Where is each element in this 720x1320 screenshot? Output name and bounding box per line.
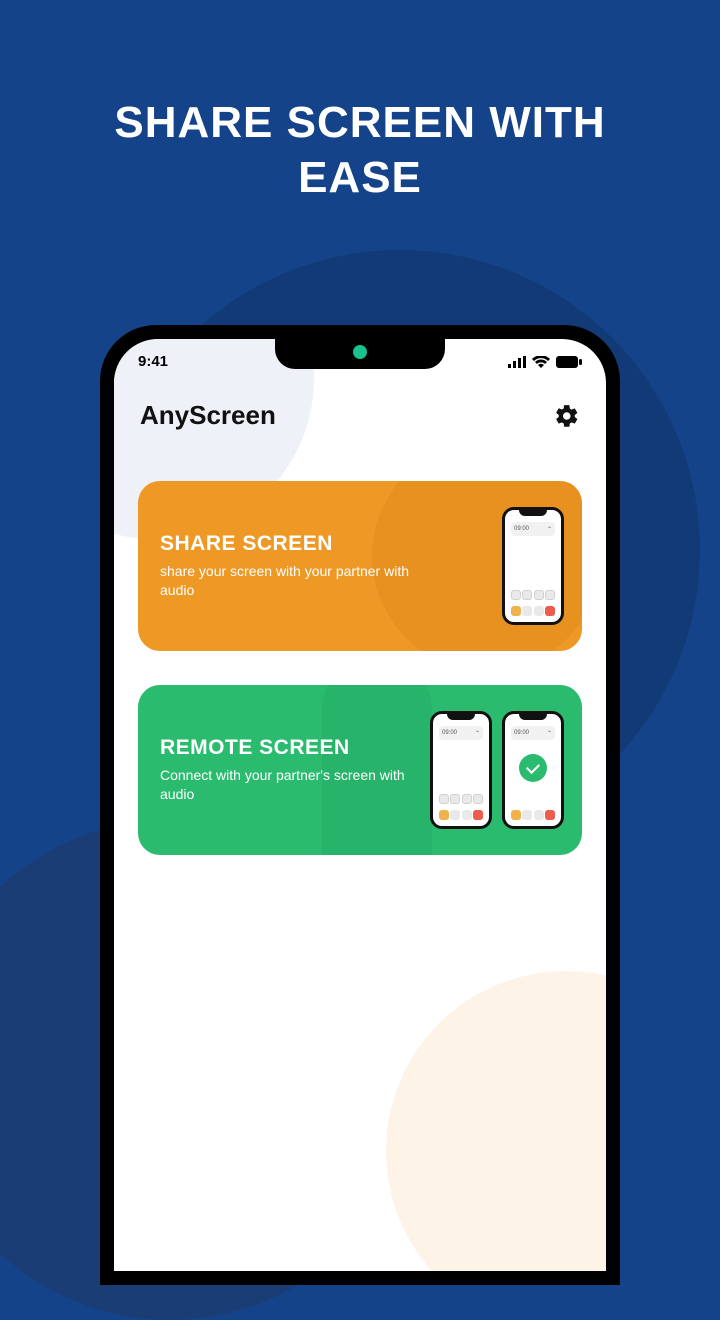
card-subtitle: share your screen with your partner with… xyxy=(160,562,410,600)
bg-decor xyxy=(386,971,606,1271)
app-header: AnyScreen xyxy=(114,370,606,441)
device-frame: 9:41 AnyScreen SHARE SCREEN share your s… xyxy=(100,325,620,1285)
card-subtitle: Connect with your partner's screen with … xyxy=(160,766,410,804)
mini-phone-icon: 09:00⌃ xyxy=(430,711,492,829)
hero-line: EASE xyxy=(0,150,720,205)
mini-time: 09:00 xyxy=(514,526,529,532)
hero-title: SHARE SCREEN WITH EASE xyxy=(0,0,720,205)
share-screen-card[interactable]: SHARE SCREEN share your screen with your… xyxy=(138,481,582,651)
status-time: 9:41 xyxy=(138,353,168,370)
app-screen: 9:41 AnyScreen SHARE SCREEN share your s… xyxy=(114,339,606,1271)
app-title: AnyScreen xyxy=(140,400,276,431)
wifi-icon xyxy=(532,356,550,368)
cellular-icon xyxy=(508,356,526,368)
card-title: REMOTE SCREEN xyxy=(160,736,410,760)
card-illustration: 09:00⌃ 09:00⌃ xyxy=(430,711,564,829)
card-list: SHARE SCREEN share your screen with your… xyxy=(114,441,606,855)
remote-screen-card[interactable]: REMOTE SCREEN Connect with your partner'… xyxy=(138,685,582,855)
check-icon xyxy=(519,754,547,782)
hero-line: SHARE SCREEN WITH xyxy=(0,95,720,150)
card-title: SHARE SCREEN xyxy=(160,532,410,556)
gear-icon[interactable] xyxy=(554,403,580,429)
mini-time: 09:00 xyxy=(442,730,457,736)
mini-phone-success-icon: 09:00⌃ xyxy=(502,711,564,829)
mini-time: 09:00 xyxy=(514,730,529,736)
card-illustration: 09:00⌃ xyxy=(502,507,564,625)
mini-phone-icon: 09:00⌃ xyxy=(502,507,564,625)
device-notch xyxy=(275,339,445,369)
battery-icon xyxy=(556,356,582,368)
status-indicators xyxy=(508,356,582,368)
